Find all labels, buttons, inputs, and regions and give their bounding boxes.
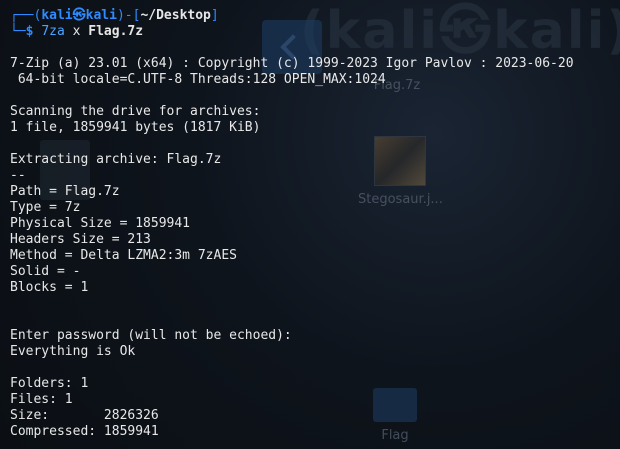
command-args: x bbox=[64, 24, 89, 39]
output-line: 64-bit locale=C.UTF-8 Threads:128 OPEN_M… bbox=[10, 72, 386, 87]
prompt-close-bracket: ] bbox=[210, 8, 219, 23]
prompt-user: kali bbox=[41, 8, 73, 23]
command-line: └─$ 7za x Flag.7z bbox=[10, 24, 143, 40]
output-line: Method = Delta LZMA2:3m 7zAES bbox=[10, 248, 237, 263]
prompt-box-bottom: └─ bbox=[10, 24, 26, 39]
output-line: Type = 7z bbox=[10, 200, 81, 215]
prompt-host: kali bbox=[85, 8, 117, 23]
prompt-box-top: ┌──( bbox=[10, 8, 42, 23]
command-output: 7-Zip (a) 23.01 (x64) : Copyright (c) 19… bbox=[10, 56, 574, 440]
command-program: 7za bbox=[41, 24, 65, 39]
prompt-at-symbol: ㉿ bbox=[72, 8, 86, 23]
output-line: Path = Flag.7z bbox=[10, 184, 120, 199]
output-line: Files: 1 bbox=[10, 392, 73, 407]
prompt-separator: )-[ bbox=[116, 8, 141, 23]
command-file: Flag.7z bbox=[88, 24, 144, 39]
output-line: Compressed: 1859941 bbox=[10, 424, 159, 439]
output-line: 7-Zip (a) 23.01 (x64) : Copyright (c) 19… bbox=[10, 56, 574, 71]
desktop-watermark: (kali㉿kali) bbox=[300, 1, 620, 61]
output-line: Solid = - bbox=[10, 264, 81, 279]
prompt-path: ~/Desktop bbox=[140, 8, 211, 23]
output-line: Blocks = 1 bbox=[10, 280, 89, 295]
output-line: Scanning the drive for archives: bbox=[10, 104, 261, 119]
output-line: Everything is Ok bbox=[10, 344, 136, 359]
output-line: -- bbox=[10, 168, 26, 183]
output-line: Size: 2826326 bbox=[10, 408, 159, 423]
prompt-dollar: $ bbox=[25, 24, 34, 39]
output-line: 1 file, 1859941 bytes (1817 KiB) bbox=[10, 120, 261, 135]
output-line: Headers Size = 213 bbox=[10, 232, 151, 247]
output-line: Folders: 1 bbox=[10, 376, 89, 391]
output-line: Enter password (will not be echoed): bbox=[10, 328, 292, 343]
output-line: Extracting archive: Flag.7z bbox=[10, 152, 222, 167]
prompt-header-line: ┌──(kali㉿kali)-[~/Desktop] bbox=[10, 8, 219, 24]
output-line: Physical Size = 1859941 bbox=[10, 216, 191, 231]
terminal-window[interactable]: (kali㉿kali) Flag.7z Stegosaur.j... Flag … bbox=[0, 0, 620, 449]
